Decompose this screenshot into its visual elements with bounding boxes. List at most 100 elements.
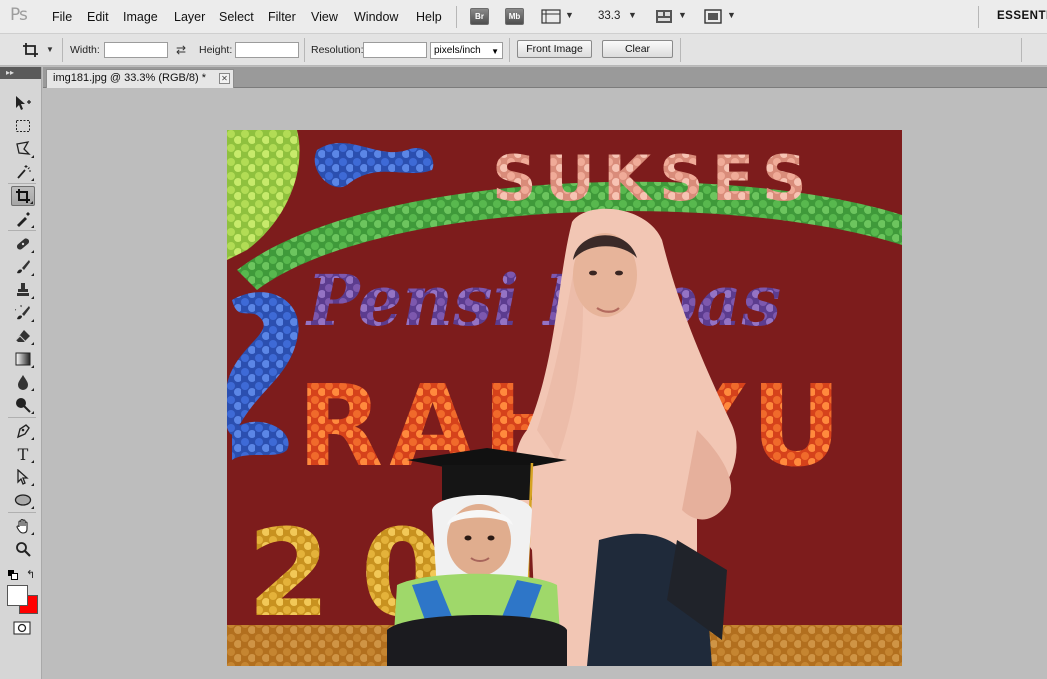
healing-brush-tool[interactable] <box>11 234 35 254</box>
type-icon: T <box>17 444 29 464</box>
pen-tool[interactable] <box>11 421 35 441</box>
workspace-switcher[interactable]: ESSENTI <box>997 10 1047 22</box>
menu-file[interactable]: File <box>52 10 72 24</box>
menu-edit[interactable]: Edit <box>87 10 109 24</box>
document-tab[interactable]: img181.jpg @ 33.3% (RGB/8) * ✕ <box>46 69 234 88</box>
magnifier-icon <box>16 542 31 557</box>
resolution-input[interactable] <box>363 42 427 58</box>
options-divider <box>509 38 510 62</box>
width-label: Width: <box>70 44 100 56</box>
screen-mode-icon[interactable] <box>704 9 722 24</box>
eyedropper-tool[interactable] <box>11 209 35 229</box>
tool-flyout-indicator <box>31 319 34 322</box>
quick-mask-icon[interactable] <box>13 621 31 635</box>
options-divider <box>62 38 63 62</box>
dodge-tool[interactable] <box>11 395 35 415</box>
quick-selection-tool[interactable] <box>11 162 35 182</box>
options-divider <box>1021 38 1022 62</box>
arrange-documents-icon[interactable] <box>655 9 673 24</box>
mini-bridge-button[interactable]: Mb <box>505 8 524 25</box>
history-brush-tool[interactable] <box>11 303 35 323</box>
swap-colors-icon[interactable]: ↰ <box>26 568 35 581</box>
polygonal-lasso-icon <box>16 141 31 155</box>
zoom-tool[interactable] <box>11 539 35 559</box>
menu-view[interactable]: View <box>311 10 338 24</box>
ellipse-icon <box>14 494 32 506</box>
crop-tool-preset-icon[interactable] <box>22 42 40 58</box>
tool-divider <box>8 230 36 231</box>
tools-panel-header[interactable]: ▸▸ <box>0 67 41 79</box>
workspace-divider <box>978 6 979 28</box>
blur-tool[interactable] <box>11 372 35 392</box>
zoom-dropdown-icon[interactable]: ▼ <box>628 10 637 20</box>
front-image-button[interactable]: Front Image <box>517 40 592 58</box>
arrange-dropdown-icon[interactable]: ▼ <box>678 10 687 20</box>
menu-divider <box>456 6 457 28</box>
gradient-tool[interactable] <box>11 349 35 369</box>
height-input[interactable] <box>235 42 299 58</box>
menu-help[interactable]: Help <box>416 10 442 24</box>
preset-dropdown-icon[interactable]: ▼ <box>46 45 54 54</box>
tool-flyout-indicator <box>31 506 34 509</box>
resolution-units-select[interactable]: pixels/inch ▼ <box>430 42 503 59</box>
tool-flyout-indicator <box>31 155 34 158</box>
move-tool[interactable] <box>11 93 35 113</box>
tool-flyout-indicator <box>30 201 33 204</box>
path-selection-tool[interactable] <box>11 467 35 487</box>
width-input[interactable] <box>104 42 168 58</box>
photoshop-logo: Ps <box>10 5 28 25</box>
default-colors-icon[interactable] <box>8 569 18 580</box>
menu-select[interactable]: Select <box>219 10 254 24</box>
view-extras-icon[interactable] <box>541 8 561 25</box>
tool-flyout-indicator <box>31 296 34 299</box>
zoom-level[interactable]: 33.3 <box>598 10 620 22</box>
clear-button[interactable]: Clear <box>602 40 673 58</box>
options-divider <box>304 38 305 62</box>
type-tool[interactable]: T <box>11 444 35 464</box>
tool-divider <box>8 183 36 184</box>
brush-icon <box>17 260 30 274</box>
marquee-tool[interactable] <box>11 116 35 136</box>
tool-flyout-indicator <box>31 483 34 486</box>
tool-flyout-indicator <box>31 250 34 253</box>
bandage-icon <box>16 238 30 250</box>
tool-flyout-indicator <box>31 178 34 181</box>
bridge-button[interactable]: Br <box>470 8 489 25</box>
history-brush-icon <box>15 305 30 320</box>
options-divider <box>680 38 681 62</box>
foreground-color-swatch[interactable] <box>7 585 28 606</box>
tool-flyout-indicator <box>31 273 34 276</box>
clone-stamp-tool[interactable] <box>11 280 35 300</box>
swap-dimensions-icon[interactable]: ⇄ <box>176 43 186 57</box>
hand-icon <box>16 518 28 534</box>
menu-filter[interactable]: Filter <box>268 10 296 24</box>
tool-flyout-indicator <box>31 365 34 368</box>
tool-flyout-indicator <box>31 532 34 535</box>
menu-image[interactable]: Image <box>123 10 158 24</box>
pen-icon <box>16 424 30 439</box>
close-icon[interactable]: ✕ <box>219 73 230 84</box>
brush-tool[interactable] <box>11 257 35 277</box>
resolution-label: Resolution: <box>311 44 364 56</box>
eraser-icon <box>15 330 30 342</box>
lasso-tool[interactable] <box>11 139 35 159</box>
hand-tool[interactable] <box>11 516 35 536</box>
art-text-sukses: SUKSES <box>492 142 815 215</box>
menu-window[interactable]: Window <box>354 10 398 24</box>
chevron-down-icon[interactable]: ▼ <box>565 10 574 20</box>
menu-layer[interactable]: Layer <box>174 10 205 24</box>
path-selection-icon <box>17 469 29 485</box>
crop-tool[interactable] <box>11 186 35 206</box>
image-canvas[interactable]: SUKSES Pensi Kepas RAHAYU 2019 <box>227 130 902 666</box>
eraser-tool[interactable] <box>11 326 35 346</box>
tool-flyout-indicator <box>31 411 34 414</box>
tool-flyout-indicator <box>31 225 34 228</box>
tools-panel: ▸▸ T ↰ <box>0 67 42 679</box>
screen-mode-dropdown-icon[interactable]: ▼ <box>727 10 736 20</box>
magic-wand-icon <box>17 165 31 179</box>
dodge-icon <box>16 398 31 413</box>
ellipse-tool[interactable] <box>11 490 35 510</box>
units-value: pixels/inch <box>434 45 481 56</box>
rectangular-marquee-icon <box>16 120 30 132</box>
chevron-down-icon: ▼ <box>491 47 499 56</box>
